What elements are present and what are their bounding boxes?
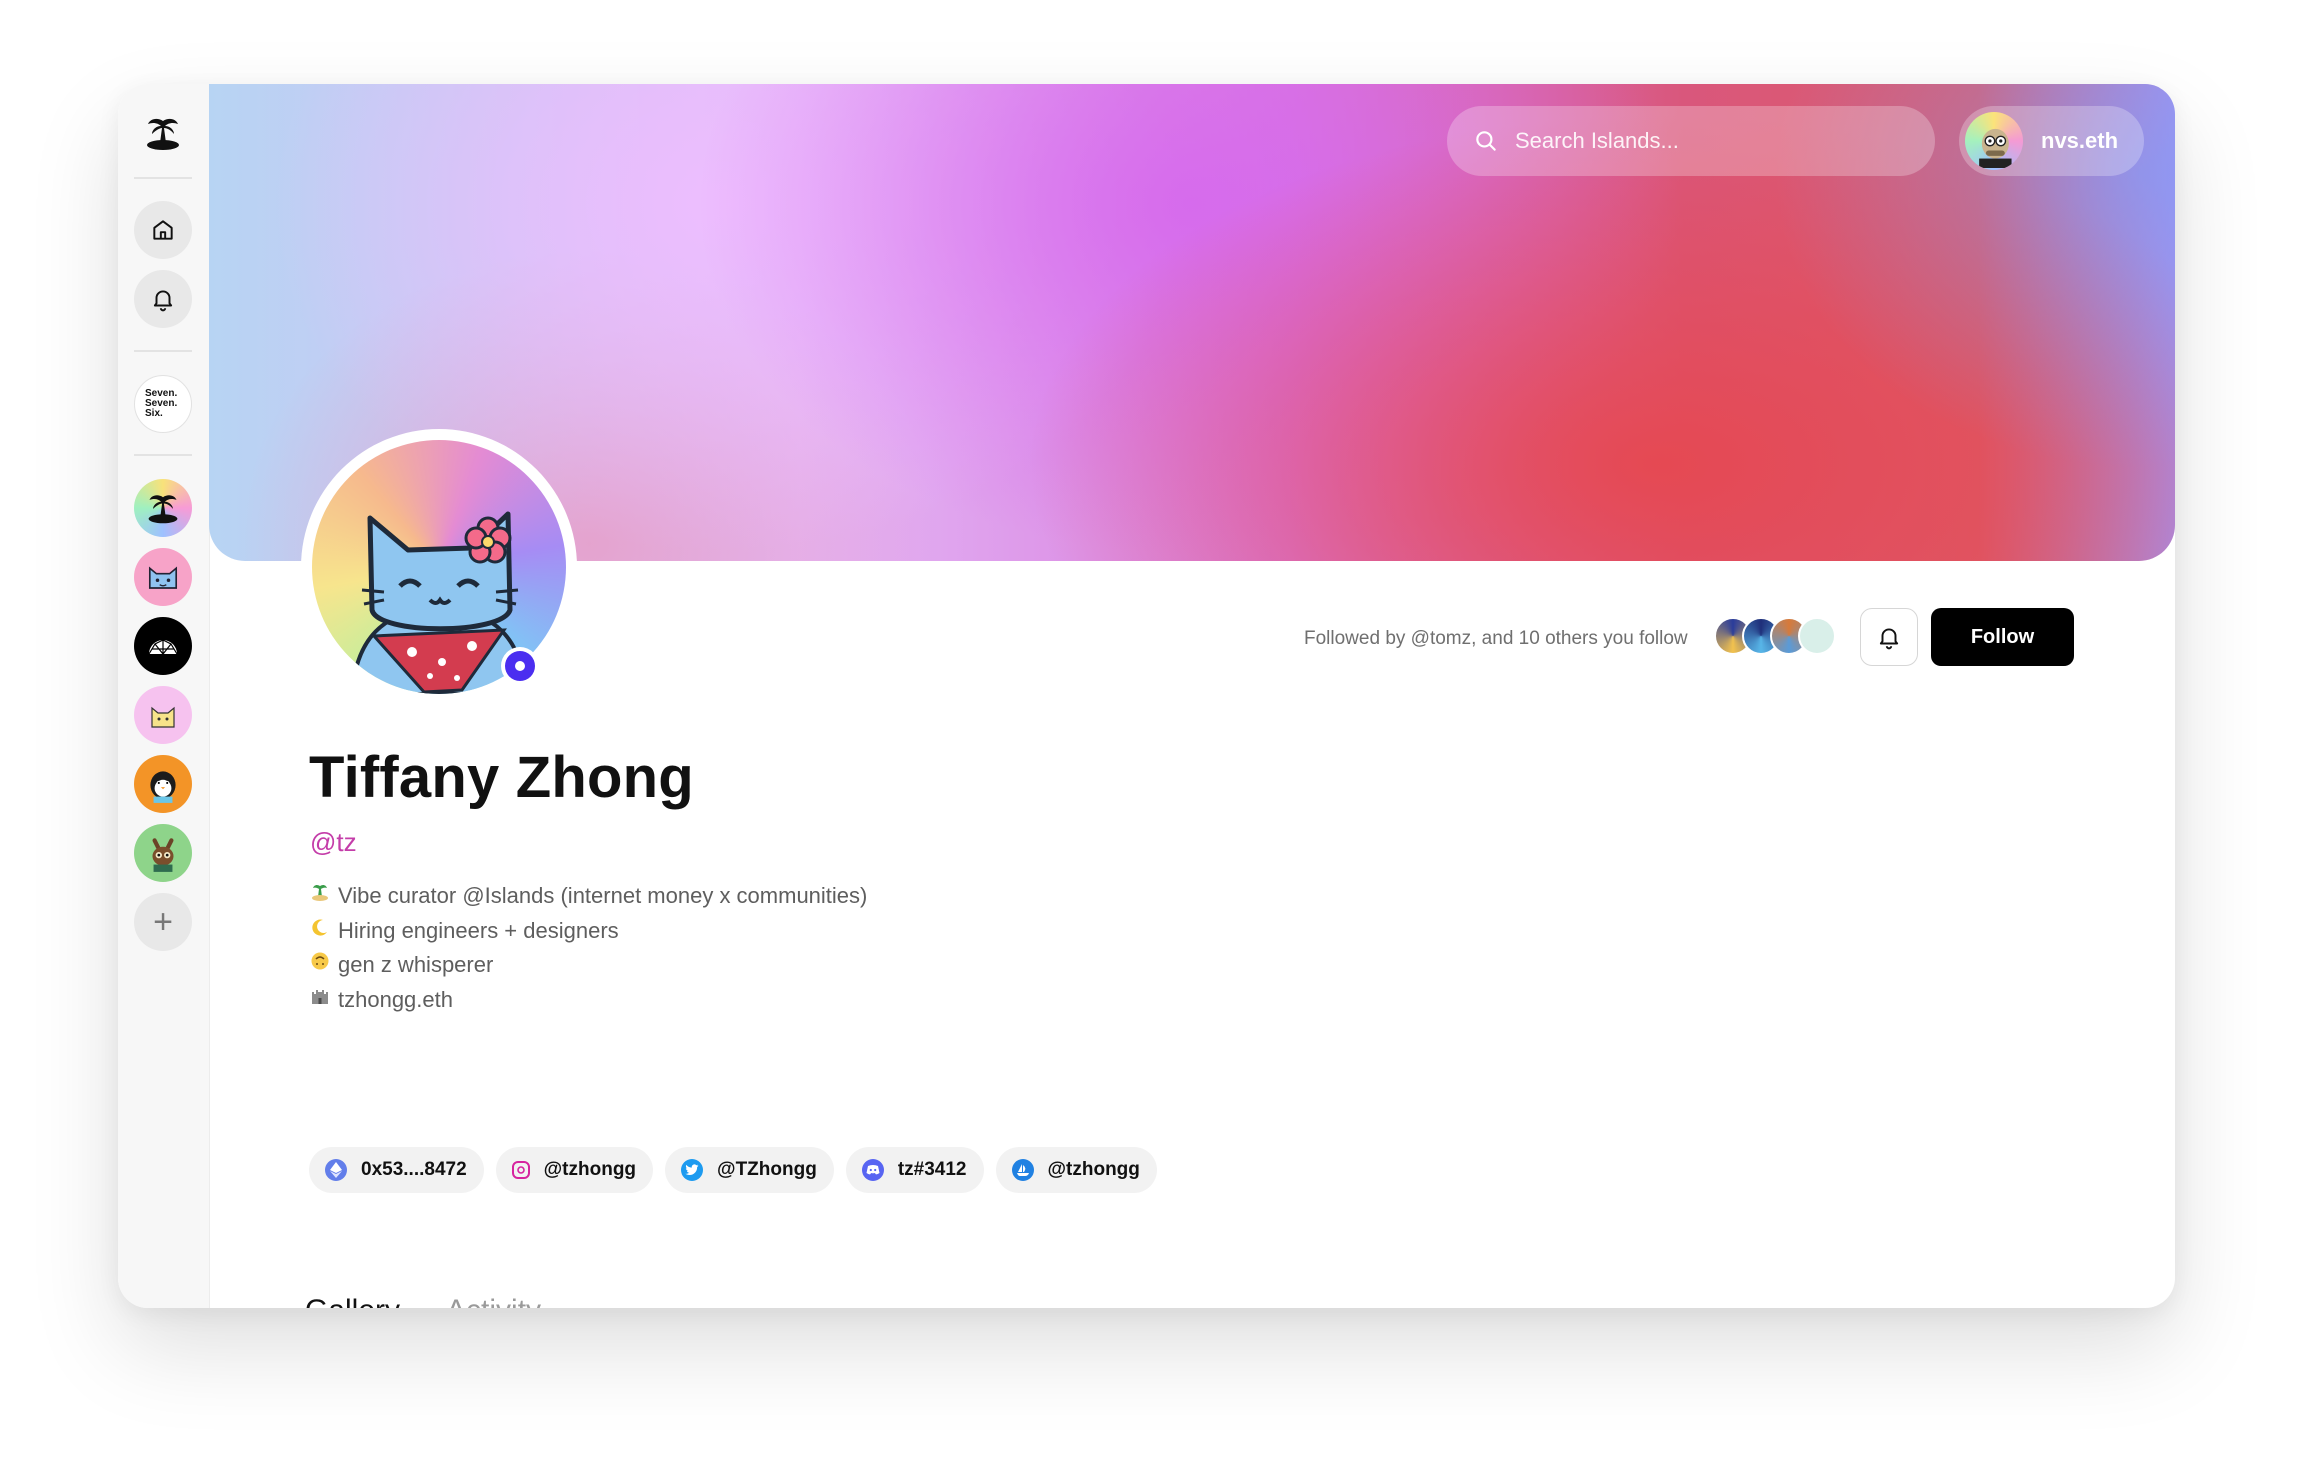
instagram-chip[interactable]: @tzhongg bbox=[495, 1147, 654, 1193]
add-island-button[interactable]: + bbox=[134, 893, 192, 951]
search-input[interactable] bbox=[1513, 127, 1917, 155]
followed-by-text: Followed by @tomz, and 10 others you fol… bbox=[1304, 628, 1688, 649]
twitter-chip[interactable]: @TZhongg bbox=[665, 1147, 834, 1193]
profile-bio: Vibe curator @Islands (internet money x … bbox=[310, 879, 867, 1017]
follower-avatar bbox=[1798, 617, 1836, 655]
follower-avatars[interactable] bbox=[1714, 617, 1844, 657]
discord-icon bbox=[861, 1159, 884, 1181]
sidebar-divider bbox=[134, 350, 192, 352]
wallet-address-chip[interactable]: 0x53....8472 bbox=[309, 1147, 484, 1193]
island-icon bbox=[310, 879, 330, 914]
instagram-icon bbox=[511, 1161, 530, 1179]
cat-avatar-icon bbox=[148, 566, 178, 589]
island-avatar-islands[interactable] bbox=[134, 479, 192, 537]
home-icon bbox=[153, 220, 173, 240]
bio-line: Vibe curator @Islands (internet money x … bbox=[310, 879, 867, 914]
user-avatar bbox=[1965, 112, 2023, 170]
tab-activity[interactable]: Activity bbox=[446, 1294, 541, 1308]
island-avatar-cat-yellow[interactable] bbox=[134, 686, 192, 744]
upside-down-face-icon bbox=[310, 948, 330, 983]
notify-bell-button[interactable] bbox=[1860, 608, 1918, 666]
island-avatar-creature[interactable] bbox=[134, 824, 192, 882]
bio-line: tzhongg.eth bbox=[310, 983, 867, 1018]
island-avatar-penguin[interactable] bbox=[134, 755, 192, 813]
community-seven-seven-six[interactable]: Seven. Seven. Six. bbox=[134, 375, 192, 433]
opensea-icon bbox=[1011, 1159, 1034, 1181]
social-links: 0x53....8472 @tzhongg @TZhongg tz#3412 @… bbox=[309, 1147, 1157, 1193]
twitter-icon bbox=[681, 1159, 704, 1181]
sidebar-divider bbox=[134, 177, 192, 179]
island-avatar-cat[interactable] bbox=[134, 548, 192, 606]
discord-chip[interactable]: tz#3412 bbox=[845, 1147, 984, 1193]
geodesic-dome-icon bbox=[148, 639, 178, 655]
bell-icon bbox=[153, 290, 173, 312]
plus-icon: + bbox=[153, 902, 173, 941]
tab-gallery[interactable]: Gallery bbox=[305, 1294, 400, 1308]
profile-name: Tiffany Zhong bbox=[309, 745, 694, 810]
user-name: nvs.eth bbox=[2041, 128, 2119, 153]
home-button[interactable] bbox=[134, 201, 192, 259]
sidebar-divider bbox=[134, 454, 192, 456]
app-window: Seven. Seven. Six. + Search Islands... n… bbox=[118, 84, 2175, 1308]
profile-handle[interactable]: @tz bbox=[310, 827, 357, 858]
search-icon bbox=[1476, 131, 1496, 151]
search-bar[interactable] bbox=[1447, 106, 1935, 176]
community-label: Seven. Seven. Six. bbox=[145, 388, 178, 419]
bio-line: Hiring engineers + designers bbox=[310, 914, 867, 949]
online-status-badge bbox=[501, 647, 539, 685]
profile-tabs: Gallery Activity bbox=[305, 1294, 541, 1308]
bell-icon bbox=[1879, 628, 1899, 650]
island-avatar-dome[interactable] bbox=[134, 617, 192, 675]
islands-logo-icon[interactable] bbox=[138, 108, 188, 158]
crescent-moon-icon bbox=[310, 914, 330, 949]
follow-button[interactable]: Follow bbox=[1931, 608, 2074, 666]
penguin-avatar-icon bbox=[150, 771, 176, 803]
palm-island-icon bbox=[148, 495, 178, 524]
main-content: nvs.eth bbox=[209, 84, 2175, 1308]
notifications-button[interactable] bbox=[134, 270, 192, 328]
ethereum-icon bbox=[325, 1159, 347, 1181]
sidebar: Seven. Seven. Six. + bbox=[118, 84, 210, 1308]
yellow-cat-avatar-icon bbox=[151, 706, 175, 728]
castle-icon bbox=[310, 983, 330, 1018]
bio-line: gen z whisperer bbox=[310, 948, 867, 983]
creature-avatar-icon bbox=[152, 838, 174, 872]
user-menu[interactable]: nvs.eth bbox=[1959, 106, 2144, 176]
opensea-chip[interactable]: @tzhongg bbox=[995, 1147, 1157, 1193]
